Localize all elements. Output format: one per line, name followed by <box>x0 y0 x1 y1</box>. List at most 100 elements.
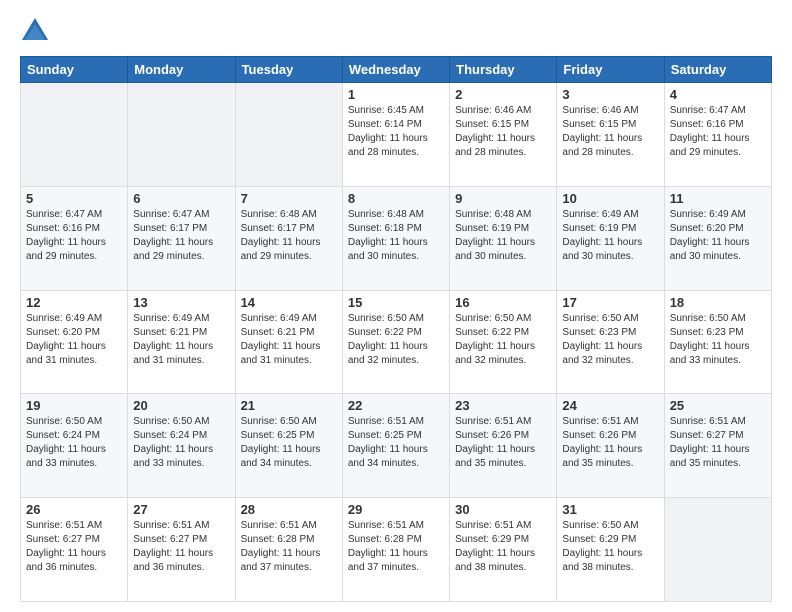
calendar-cell: 22 Sunrise: 6:51 AM Sunset: 6:25 PM Dayli… <box>342 394 449 498</box>
calendar-cell: 14Sunrise: 6:49 AM Sunset: 6:21 PM Dayli… <box>235 290 342 394</box>
day-number: 28 <box>241 502 337 517</box>
day-info: Sunrise: 6:45 AM Sunset: 6:14 PM Dayligh… <box>348 104 444 160</box>
calendar-cell: 27 Sunrise: 6:51 AM Sunset: 6:27 PM Dayli… <box>128 498 235 602</box>
day-info: Sunrise: 6:49 AM Sunset: 6:20 PM Dayligh… <box>26 312 122 368</box>
day-number: 15 <box>348 295 444 310</box>
calendar-cell: 26 Sunrise: 6:51 AM Sunset: 6:27 PM Dayli… <box>21 498 128 602</box>
header <box>20 16 772 46</box>
day-info: Sunrise: 6:46 AM Sunset: 6:15 PM Dayligh… <box>455 104 551 160</box>
day-number: 8 <box>348 191 444 206</box>
day-info: Sunrise: 6:50 AM Sunset: 6:22 PM Dayligh… <box>348 312 444 368</box>
day-info: Sunrise: 6:51 AM Sunset: 6:26 PM Dayligh… <box>455 415 551 471</box>
day-number: 5 <box>26 191 122 206</box>
day-number: 20 <box>133 398 229 413</box>
day-info: Sunrise: 6:47 AM Sunset: 6:16 PM Dayligh… <box>26 208 122 264</box>
day-number: 16 <box>455 295 551 310</box>
day-info: Sunrise: 6:50 AM Sunset: 6:24 PM Dayligh… <box>133 415 229 471</box>
logo-icon <box>20 16 50 46</box>
day-number: 7 <box>241 191 337 206</box>
day-info: Sunrise: 6:48 AM Sunset: 6:17 PM Dayligh… <box>241 208 337 264</box>
day-of-week-header: Wednesday <box>342 57 449 83</box>
day-number: 31 <box>562 502 658 517</box>
day-number: 12 <box>26 295 122 310</box>
calendar-cell <box>664 498 771 602</box>
day-info: Sunrise: 6:51 AM Sunset: 6:26 PM Dayligh… <box>562 415 658 471</box>
day-number: 26 <box>26 502 122 517</box>
calendar-cell: 11Sunrise: 6:49 AM Sunset: 6:20 PM Dayli… <box>664 186 771 290</box>
day-info: Sunrise: 6:50 AM Sunset: 6:22 PM Dayligh… <box>455 312 551 368</box>
day-number: 6 <box>133 191 229 206</box>
day-of-week-header: Monday <box>128 57 235 83</box>
calendar-cell: 30 Sunrise: 6:51 AM Sunset: 6:29 PM Dayli… <box>450 498 557 602</box>
day-info: Sunrise: 6:48 AM Sunset: 6:18 PM Dayligh… <box>348 208 444 264</box>
day-info: Sunrise: 6:50 AM Sunset: 6:23 PM Dayligh… <box>562 312 658 368</box>
calendar-week-row: 1 Sunrise: 6:45 AM Sunset: 6:14 PM Daylig… <box>21 83 772 187</box>
calendar-cell: 7 Sunrise: 6:48 AM Sunset: 6:17 PM Daylig… <box>235 186 342 290</box>
day-number: 13 <box>133 295 229 310</box>
calendar-cell <box>128 83 235 187</box>
day-info: Sunrise: 6:50 AM Sunset: 6:23 PM Dayligh… <box>670 312 766 368</box>
day-info: Sunrise: 6:50 AM Sunset: 6:24 PM Dayligh… <box>26 415 122 471</box>
calendar-week-row: 12 Sunrise: 6:49 AM Sunset: 6:20 PM Dayli… <box>21 290 772 394</box>
calendar-cell: 23 Sunrise: 6:51 AM Sunset: 6:26 PM Dayli… <box>450 394 557 498</box>
calendar-table: SundayMondayTuesdayWednesdayThursdayFrid… <box>20 56 772 602</box>
day-of-week-header: Tuesday <box>235 57 342 83</box>
day-number: 4 <box>670 87 766 102</box>
calendar-cell: 25Sunrise: 6:51 AM Sunset: 6:27 PM Dayli… <box>664 394 771 498</box>
calendar-cell: 8 Sunrise: 6:48 AM Sunset: 6:18 PM Daylig… <box>342 186 449 290</box>
day-of-week-header: Friday <box>557 57 664 83</box>
calendar-cell: 17 Sunrise: 6:50 AM Sunset: 6:23 PM Dayli… <box>557 290 664 394</box>
calendar-cell: 5 Sunrise: 6:47 AM Sunset: 6:16 PM Daylig… <box>21 186 128 290</box>
calendar-cell: 6 Sunrise: 6:47 AM Sunset: 6:17 PM Daylig… <box>128 186 235 290</box>
calendar-cell: 15 Sunrise: 6:50 AM Sunset: 6:22 PM Dayli… <box>342 290 449 394</box>
day-number: 10 <box>562 191 658 206</box>
calendar-cell <box>21 83 128 187</box>
calendar-week-row: 26 Sunrise: 6:51 AM Sunset: 6:27 PM Dayli… <box>21 498 772 602</box>
day-info: Sunrise: 6:51 AM Sunset: 6:29 PM Dayligh… <box>455 519 551 575</box>
calendar-cell: 29Sunrise: 6:51 AM Sunset: 6:28 PM Dayli… <box>342 498 449 602</box>
day-info: Sunrise: 6:49 AM Sunset: 6:19 PM Dayligh… <box>562 208 658 264</box>
day-number: 18 <box>670 295 766 310</box>
day-number: 23 <box>455 398 551 413</box>
day-info: Sunrise: 6:49 AM Sunset: 6:21 PM Dayligh… <box>133 312 229 368</box>
day-info: Sunrise: 6:50 AM Sunset: 6:29 PM Dayligh… <box>562 519 658 575</box>
calendar-cell: 12 Sunrise: 6:49 AM Sunset: 6:20 PM Dayli… <box>21 290 128 394</box>
calendar-cell: 19Sunrise: 6:50 AM Sunset: 6:24 PM Dayli… <box>21 394 128 498</box>
day-of-week-header: Thursday <box>450 57 557 83</box>
day-info: Sunrise: 6:51 AM Sunset: 6:27 PM Dayligh… <box>670 415 766 471</box>
day-number: 21 <box>241 398 337 413</box>
calendar-cell: 10 Sunrise: 6:49 AM Sunset: 6:19 PM Dayli… <box>557 186 664 290</box>
day-info: Sunrise: 6:50 AM Sunset: 6:25 PM Dayligh… <box>241 415 337 471</box>
day-number: 1 <box>348 87 444 102</box>
calendar-cell: 21 Sunrise: 6:50 AM Sunset: 6:25 PM Dayli… <box>235 394 342 498</box>
calendar-cell: 31 Sunrise: 6:50 AM Sunset: 6:29 PM Dayli… <box>557 498 664 602</box>
day-number: 30 <box>455 502 551 517</box>
day-number: 22 <box>348 398 444 413</box>
day-info: Sunrise: 6:51 AM Sunset: 6:27 PM Dayligh… <box>26 519 122 575</box>
day-number: 27 <box>133 502 229 517</box>
day-number: 17 <box>562 295 658 310</box>
calendar-cell: 20 Sunrise: 6:50 AM Sunset: 6:24 PM Dayli… <box>128 394 235 498</box>
day-info: Sunrise: 6:51 AM Sunset: 6:27 PM Dayligh… <box>133 519 229 575</box>
day-number: 11 <box>670 191 766 206</box>
calendar-cell <box>235 83 342 187</box>
calendar-cell: 18 Sunrise: 6:50 AM Sunset: 6:23 PM Dayli… <box>664 290 771 394</box>
day-info: Sunrise: 6:51 AM Sunset: 6:25 PM Dayligh… <box>348 415 444 471</box>
day-info: Sunrise: 6:47 AM Sunset: 6:16 PM Dayligh… <box>670 104 766 160</box>
day-info: Sunrise: 6:46 AM Sunset: 6:15 PM Dayligh… <box>562 104 658 160</box>
day-number: 24 <box>562 398 658 413</box>
day-info: Sunrise: 6:47 AM Sunset: 6:17 PM Dayligh… <box>133 208 229 264</box>
logo <box>20 16 54 46</box>
day-info: Sunrise: 6:49 AM Sunset: 6:21 PM Dayligh… <box>241 312 337 368</box>
day-number: 9 <box>455 191 551 206</box>
day-of-week-header: Saturday <box>664 57 771 83</box>
calendar-cell: 4 Sunrise: 6:47 AM Sunset: 6:16 PM Daylig… <box>664 83 771 187</box>
calendar-week-row: 19Sunrise: 6:50 AM Sunset: 6:24 PM Dayli… <box>21 394 772 498</box>
calendar-week-row: 5 Sunrise: 6:47 AM Sunset: 6:16 PM Daylig… <box>21 186 772 290</box>
day-info: Sunrise: 6:48 AM Sunset: 6:19 PM Dayligh… <box>455 208 551 264</box>
day-number: 2 <box>455 87 551 102</box>
calendar-cell: 16 Sunrise: 6:50 AM Sunset: 6:22 PM Dayli… <box>450 290 557 394</box>
calendar-cell: 3Sunrise: 6:46 AM Sunset: 6:15 PM Daylig… <box>557 83 664 187</box>
calendar-cell: 28Sunrise: 6:51 AM Sunset: 6:28 PM Dayli… <box>235 498 342 602</box>
calendar-cell: 9 Sunrise: 6:48 AM Sunset: 6:19 PM Daylig… <box>450 186 557 290</box>
